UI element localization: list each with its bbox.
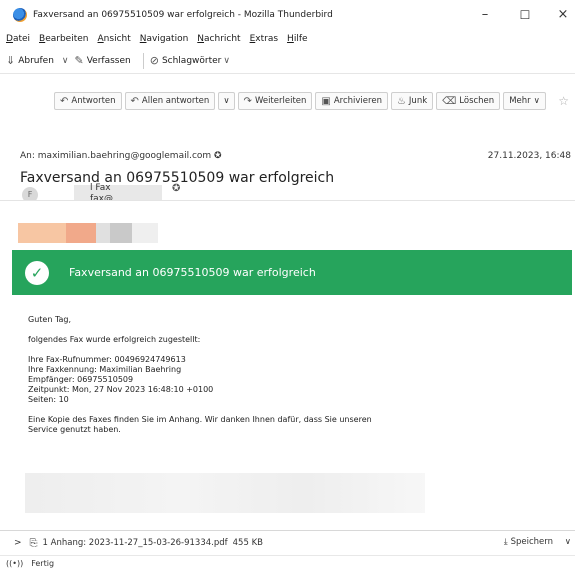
reply-all-icon: ↶ <box>130 95 139 107</box>
mail-greeting: Guten Tag, <box>28 315 72 324</box>
fetch-button[interactable]: ⇓ Abrufen <box>6 54 54 67</box>
archive-label: Archivieren <box>333 96 382 106</box>
paperclip-icon: ⎘ <box>29 537 38 549</box>
compose-button[interactable]: ✎ Verfassen <box>75 54 131 67</box>
delete-label: Löschen <box>459 96 495 106</box>
save-icon: ⤓ <box>503 537 508 547</box>
mail-line-pages: Seiten: 10 <box>28 395 69 404</box>
forward-icon: ↷ <box>243 95 252 107</box>
menu-bearbeiten[interactable]: Bearbeiten <box>39 34 88 44</box>
checkmark-icon: ✓ <box>25 260 49 285</box>
success-banner: ✓ Faxversand an 06975510509 war erfolgre… <box>12 250 572 295</box>
mail-outro-line1: Eine Kopie des Faxes finden Sie im Anhan… <box>28 415 372 424</box>
maximize-button[interactable]: ☐ <box>505 6 545 24</box>
more-label: Mehr <box>509 96 531 106</box>
mail-text: Guten Tag, folgendes Fax wurde erfolgrei… <box>28 315 372 445</box>
download-icon: ⇓ <box>6 54 16 67</box>
banner-text: Faxversand an 06975510509 war erfolgreic… <box>69 266 316 279</box>
mail-line-id: Ihre Faxkennung: Maximilian Baehring <box>28 365 182 374</box>
tags-button[interactable]: ⊘ Schlagwörter ∨ <box>150 54 236 67</box>
message-date: 27.11.2023, 16:48 <box>487 151 571 161</box>
close-button[interactable]: × <box>543 6 575 24</box>
tag-icon: ⊘ <box>149 54 159 67</box>
main-toolbar: ⇓ Abrufen ∨ ✎ Verfassen ⊘ Schlagwörter ∨ <box>0 48 575 74</box>
junk-icon: ♨ <box>396 95 406 107</box>
compose-label: Verfassen <box>86 55 131 66</box>
mail-outro: Eine Kopie des Faxes finden Sie im Anhan… <box>28 415 372 435</box>
attachment-size: 455 KB <box>232 538 263 548</box>
mail-intro: folgendes Fax wurde erfolgreich zugestel… <box>28 335 201 344</box>
forward-button[interactable]: ↷ Weiterleiten <box>237 92 313 110</box>
reply-button[interactable]: ↶ Antworten <box>54 92 122 110</box>
reply-all-dropdown[interactable]: ∨ <box>218 92 235 110</box>
status-text: Fertig <box>31 559 55 568</box>
menu-bar: Datei Bearbeiten Ansicht Navigation Nach… <box>0 30 575 48</box>
status-bar: ((•)) Fertig <box>0 555 575 571</box>
minimize-button[interactable]: – <box>465 6 505 24</box>
trash-icon: ⌫ <box>442 95 457 107</box>
window-title: Faxversand an 06975510509 war erfolgreic… <box>33 10 333 20</box>
menu-extras[interactable]: Extras <box>250 34 278 44</box>
toolbar-divider <box>142 52 144 69</box>
connection-icon: ((•)) <box>6 559 24 568</box>
reply-label: Antworten <box>71 96 116 106</box>
attachment-label[interactable]: 1 Anhang: 2023-11-27_15-03-26-91334.pdf <box>43 538 228 548</box>
chevron-down-icon: ∨ <box>223 96 230 106</box>
menu-nachricht[interactable]: Nachricht <box>197 34 240 44</box>
mail-line-recipient: Empfänger: 06975510509 <box>28 375 134 384</box>
tags-chevron-icon: ∨ <box>223 55 230 66</box>
expand-attachments-icon[interactable]: > <box>14 538 22 548</box>
star-icon[interactable]: ☆ <box>558 94 569 108</box>
delete-button[interactable]: ⌫ Löschen <box>436 92 501 110</box>
pencil-icon: ✎ <box>74 54 84 67</box>
reply-icon: ↶ <box>60 95 69 107</box>
menu-hilfe[interactable]: Hilfe <box>287 34 308 44</box>
redacted-footer <box>25 473 425 513</box>
archive-icon: ▣ <box>321 95 331 107</box>
attachment-bar: > ⎘ 1 Anhang: 2023-11-27_15-03-26-91334.… <box>0 530 575 555</box>
mail-line-time: Zeitpunkt: Mon, 27 Nov 2023 16:48:10 +01… <box>28 385 214 394</box>
menu-navigation[interactable]: Navigation <box>140 34 189 44</box>
mail-details: Ihre Fax-Rufnummer: 004969247496​13 Ihre… <box>28 355 372 405</box>
message-header: ↶ Antworten ↶ Allen antworten ∨ ↷ Weiter… <box>0 74 575 210</box>
save-dropdown-chevron-icon[interactable]: ∨ <box>565 537 571 547</box>
contact-icon[interactable]: ✪ <box>214 151 222 161</box>
tags-label: Schlagwörter <box>161 55 222 66</box>
thunderbird-logo-icon <box>13 8 27 22</box>
message-subject: Faxversand an 06975510509 war erfolgreic… <box>20 170 335 186</box>
save-label: Speichern <box>510 537 553 547</box>
more-chevron-icon: ∨ <box>533 96 540 106</box>
junk-label: Junk <box>408 96 428 106</box>
fetch-dropdown-chevron-icon[interactable]: ∨ <box>62 56 69 66</box>
menu-datei[interactable]: Datei <box>6 34 30 44</box>
reply-all-label: Allen antworten <box>141 96 210 106</box>
more-button[interactable]: Mehr ∨ <box>503 92 546 110</box>
save-button[interactable]: ⤓ Speichern <box>504 537 553 547</box>
reply-all-button[interactable]: ↶ Allen antworten <box>124 92 216 110</box>
mail-outro-line2: Service genutzt haben. <box>28 425 121 434</box>
junk-button[interactable]: ♨ Junk <box>390 92 434 110</box>
archive-button[interactable]: ▣ Archivieren <box>315 92 388 110</box>
fetch-label: Abrufen <box>18 55 54 66</box>
window-titlebar: Faxversand an 06975510509 war erfolgreic… <box>0 0 575 30</box>
message-body: ✓ Faxversand an 06975510509 war erfolgre… <box>0 200 575 530</box>
forward-label: Weiterleiten <box>254 96 307 106</box>
redacted-logo <box>18 223 158 243</box>
recipient-address[interactable]: maximilian.baehring@googlemail.com <box>38 151 211 161</box>
mail-line-fax: Ihre Fax-Rufnummer: 004969247496​13 <box>28 355 186 364</box>
to-row: An: maximilian.baehring@googlemail.com ✪ <box>20 151 222 161</box>
message-actions: ↶ Antworten ↶ Allen antworten ∨ ↷ Weiter… <box>54 92 549 110</box>
menu-ansicht[interactable]: Ansicht <box>98 34 131 44</box>
to-label: An <box>20 151 32 161</box>
